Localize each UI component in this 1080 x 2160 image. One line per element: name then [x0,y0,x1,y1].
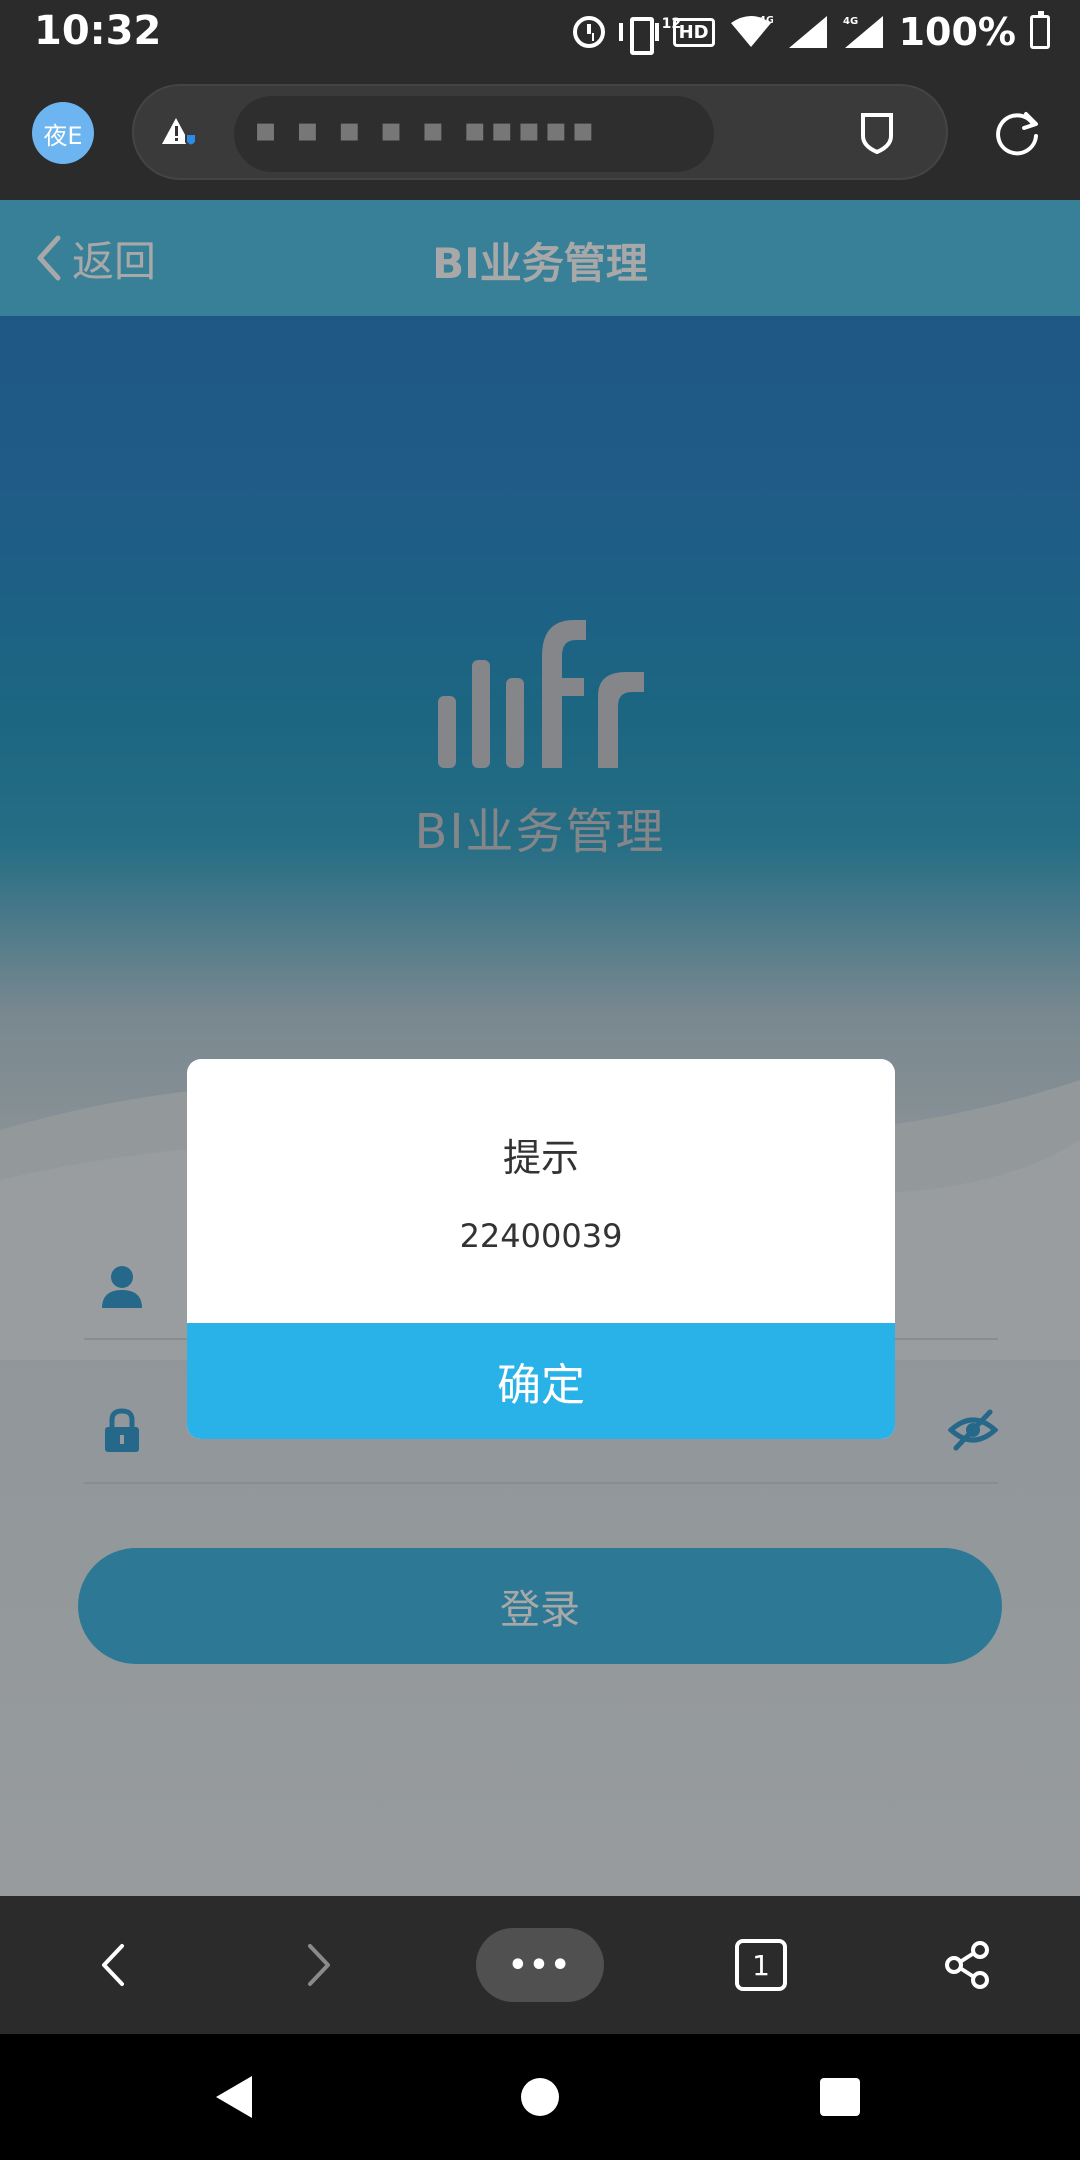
chevron-right-icon [308,1944,330,1986]
url-text: ▪ ▪ ▪ ▪ ▪ ▪▪▪▪▪ [254,110,599,150]
system-home-icon[interactable] [521,2078,559,2116]
alarm-icon [572,16,605,48]
browser-forward-button[interactable] [284,1930,354,2000]
wifi-icon: 4G [730,15,773,47]
browser-menu-button[interactable]: ••• [476,1928,604,2002]
browser-toolbar: ••• 1 [0,1896,1080,2034]
url-field[interactable]: ▪ ▪ ▪ ▪ ▪ ▪▪▪▪▪ [132,84,948,180]
modal-overlay [0,200,1080,1896]
system-back-icon[interactable] [214,2074,254,2120]
dialog-title: 提示 [502,1136,579,1180]
tab-count: 1 [735,1939,787,1991]
battery-percent: 100% [898,10,1016,54]
android-nav-bar [0,2034,1080,2160]
browser-share-button[interactable] [932,1930,1002,2000]
shield-icon[interactable] [860,112,894,154]
alert-dialog: 提示 22400039 确定 [187,1059,895,1439]
hd-icon: 12 HD [662,17,715,47]
signal-icon [788,16,827,48]
share-icon [945,1941,989,1989]
reload-icon[interactable] [992,108,1042,158]
wifi-network-label: 4G [759,15,773,26]
dialog-ok-button[interactable]: 确定 [187,1323,895,1439]
status-bar: 10:32 12 HD 4G 4G 100% [0,0,1080,64]
status-icons: 12 HD 4G 4G 100% [572,8,1050,56]
dialog-message: 22400039 [459,1217,623,1255]
status-time: 10:32 [34,8,162,54]
chevron-left-icon [102,1944,124,1986]
system-recents-icon[interactable] [820,2078,860,2116]
web-page: 返回 BI业务管理 BI业务管理 · ••••• 登录 提示 [0,200,1080,1896]
browser-back-button[interactable] [78,1930,148,2000]
avatar[interactable]: 夜E [32,102,94,164]
signal-icon-2: 4G [843,16,883,48]
vibrate-icon [618,17,659,55]
browser-tabs-button[interactable]: 1 [726,1930,796,2000]
signal-network-label: 4G [843,16,858,27]
warning-icon[interactable] [162,116,198,150]
browser-address-bar: 夜E ▪ ▪ ▪ ▪ ▪ ▪▪▪▪▪ [0,64,1080,200]
battery-icon [1030,11,1050,49]
